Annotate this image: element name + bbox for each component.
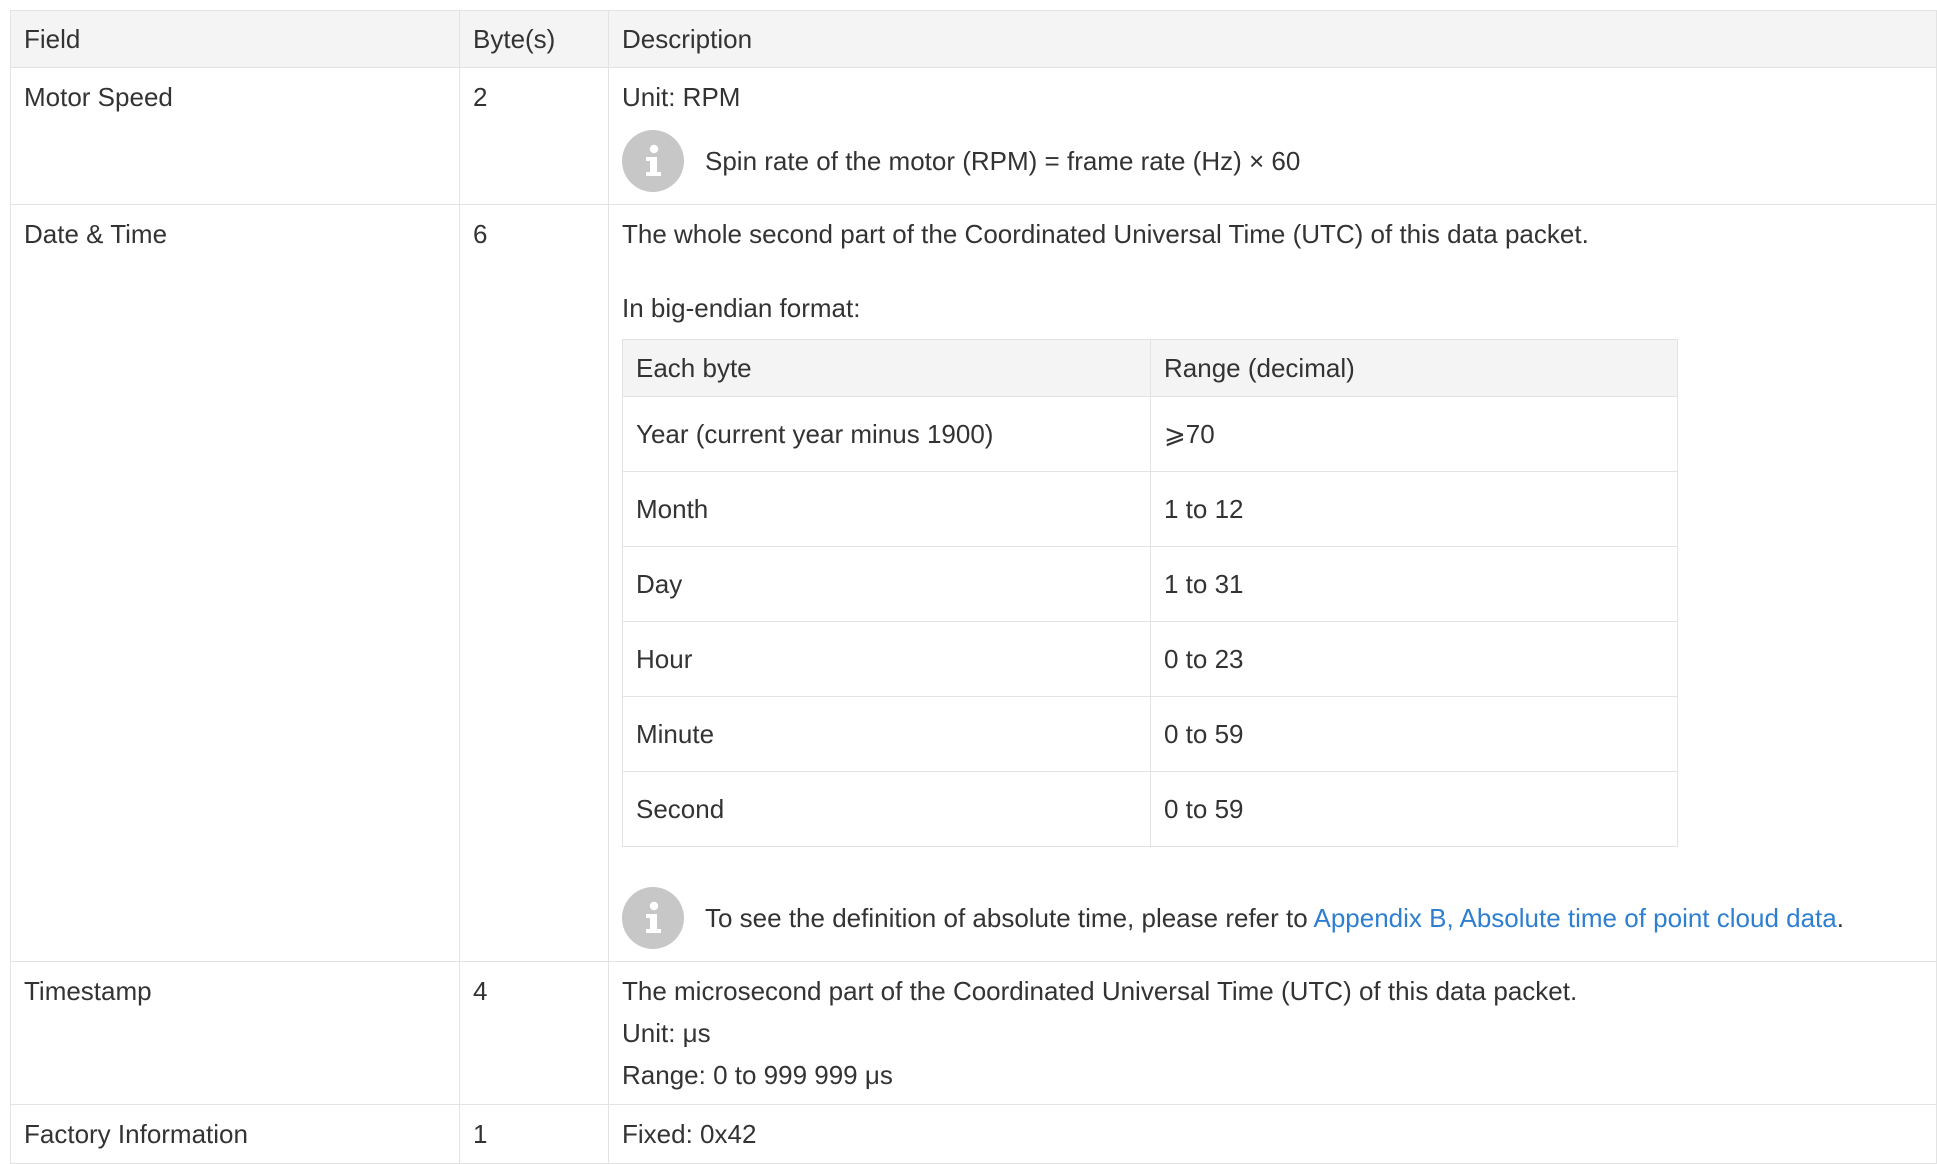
note-callout: Spin rate of the motor (RPM) = frame rat… [622,130,1923,192]
cell-field: Motor Speed [10,67,460,205]
timestamp-description: The microsecond part of the Coordinated … [622,976,1578,1006]
packet-field-table: Field Byte(s) Description Motor Speed 2 … [10,10,1937,1164]
info-icon [622,887,684,949]
timestamp-unit: Unit: μs [622,1018,711,1048]
table-row-timestamp: Timestamp 4 The microsecond part of the … [10,961,1937,1105]
inner-cell: Month [622,471,1151,547]
inner-header-each-byte: Each byte [622,339,1151,397]
cell-bytes: 4 [459,961,609,1105]
header-field: Field [10,10,460,68]
inner-cell: 0 to 23 [1150,621,1678,697]
timestamp-range: Range: 0 to 999 999 μs [622,1060,893,1090]
inner-row: Month 1 to 12 [622,471,1678,547]
inner-row: Minute 0 to 59 [622,696,1678,772]
cell-bytes: 2 [459,67,609,205]
inner-header-range: Range (decimal) [1150,339,1678,397]
cell-field: Date & Time [10,204,460,962]
cell-bytes: 1 [459,1104,609,1164]
note-text: To see the definition of absolute time, … [705,897,1844,939]
note-text: Spin rate of the motor (RPM) = frame rat… [705,146,1301,176]
cell-field: Timestamp [10,961,460,1105]
cell-description: The microsecond part of the Coordinated … [608,961,1937,1105]
appendix-b-link[interactable]: Appendix B, Absolute time of point cloud… [1314,903,1837,933]
inner-header-row: Each byte Range (decimal) [622,339,1678,397]
cell-bytes: 6 [459,204,609,962]
motor-speed-unit: Unit: RPM [622,82,741,112]
inner-row: Hour 0 to 23 [622,621,1678,697]
table-row-date-time: Date & Time 6 The whole second part of t… [10,204,1937,962]
table-row-motor-speed: Motor Speed 2 Unit: RPM Spin rate of the… [10,67,1937,205]
inner-row: Year (current year minus 1900) ⩾70 [622,396,1678,472]
date-time-description: The whole second part of the Coordinated… [622,219,1589,249]
inner-cell: 0 to 59 [1150,696,1678,772]
table-row-factory-information: Factory Information 1 Fixed: 0x42 [10,1104,1937,1164]
cell-field: Factory Information [10,1104,460,1164]
inner-cell: 1 to 12 [1150,471,1678,547]
note-callout: To see the definition of absolute time, … [622,887,1923,949]
note-suffix: . [1836,903,1844,933]
cell-description: The whole second part of the Coordinated… [608,204,1937,962]
inner-cell: Second [622,771,1151,847]
inner-cell: Hour [622,621,1151,697]
cell-description: Unit: RPM Spin rate of the motor (RPM) =… [608,67,1937,205]
byte-range-table: Each byte Range (decimal) Year (current … [622,339,1678,847]
inner-cell: ⩾70 [1150,396,1678,472]
inner-cell: Day [622,546,1151,622]
date-time-format: In big-endian format: [622,293,861,323]
inner-cell: 1 to 31 [1150,546,1678,622]
info-icon [622,130,684,192]
inner-row: Second 0 to 59 [622,771,1678,847]
inner-cell: Year (current year minus 1900) [622,396,1151,472]
inner-cell: 0 to 59 [1150,771,1678,847]
header-description: Description [608,10,1937,68]
cell-description: Fixed: 0x42 [608,1104,1937,1164]
inner-cell: Minute [622,696,1151,772]
header-bytes: Byte(s) [459,10,609,68]
inner-row: Day 1 to 31 [622,546,1678,622]
note-prefix: To see the definition of absolute time, … [705,903,1314,933]
table-header-row: Field Byte(s) Description [10,10,1937,68]
